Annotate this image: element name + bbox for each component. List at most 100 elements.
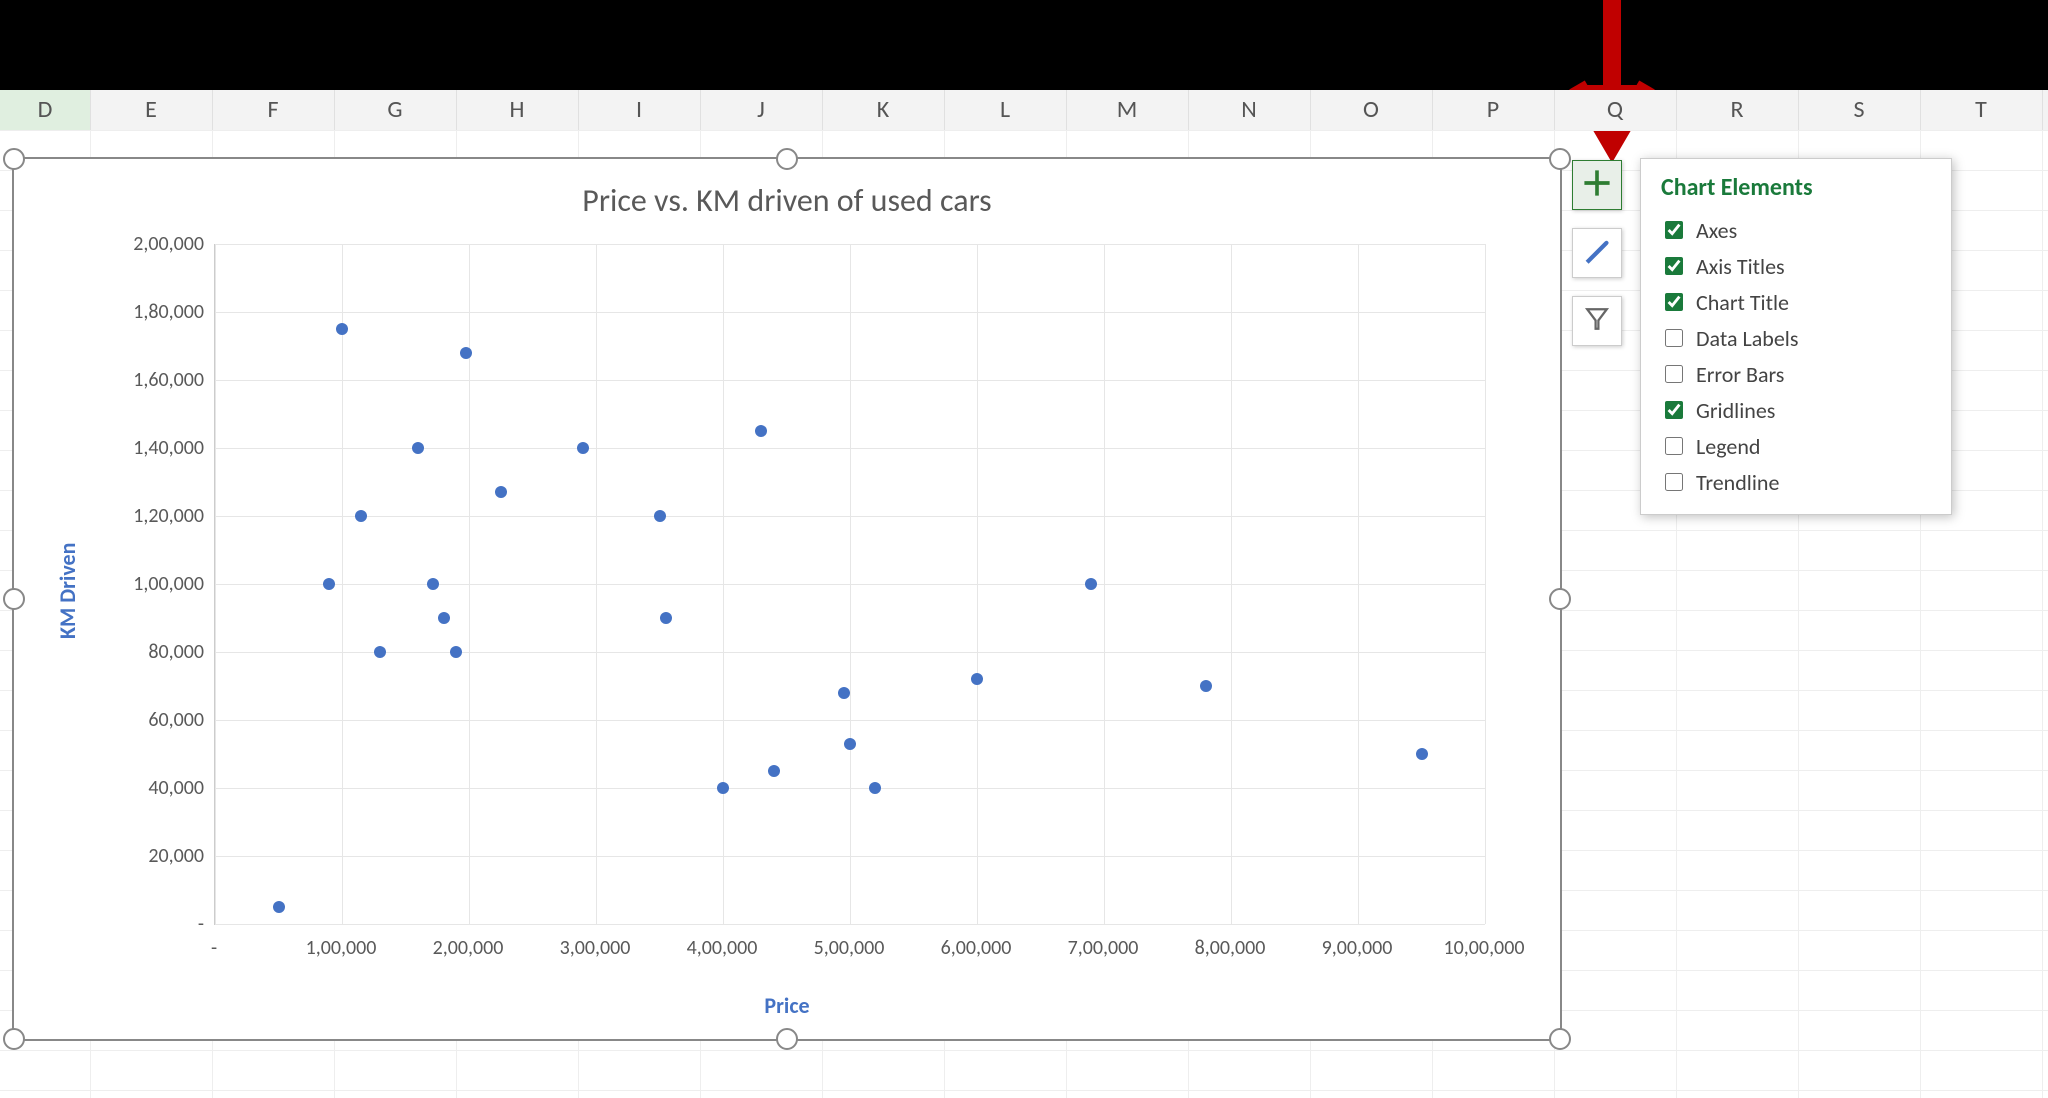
chart-filters-button[interactable] bbox=[1572, 296, 1622, 346]
title-bar-blackout bbox=[0, 0, 2048, 90]
chart-element-option[interactable]: Axis Titles bbox=[1661, 248, 1931, 284]
selection-handle[interactable] bbox=[1549, 148, 1571, 170]
option-label: Error Bars bbox=[1696, 361, 1784, 388]
column-header-G[interactable]: G bbox=[334, 90, 457, 130]
checkbox[interactable] bbox=[1665, 257, 1683, 275]
column-header-I[interactable]: I bbox=[578, 90, 701, 130]
option-label: Legend bbox=[1696, 433, 1760, 460]
selection-handle[interactable] bbox=[1549, 1028, 1571, 1050]
checkbox[interactable] bbox=[1665, 329, 1683, 347]
selection-handle[interactable] bbox=[776, 1028, 798, 1050]
y-tick-label: 2,00,000 bbox=[94, 232, 204, 256]
y-tick-label: - bbox=[94, 912, 204, 936]
chart-element-option[interactable]: Axes bbox=[1661, 212, 1931, 248]
chart-title[interactable]: Price vs. KM driven of used cars bbox=[14, 181, 1560, 220]
column-header-Q[interactable]: Q bbox=[1554, 90, 1677, 130]
data-point[interactable] bbox=[971, 673, 983, 685]
column-header-S[interactable]: S bbox=[1798, 90, 1921, 130]
data-point[interactable] bbox=[273, 901, 285, 913]
plot-area[interactable] bbox=[214, 244, 1485, 925]
x-tick-label: 4,00,000 bbox=[662, 936, 782, 960]
checkbox[interactable] bbox=[1665, 221, 1683, 239]
y-tick-label: 80,000 bbox=[94, 640, 204, 664]
chart-elements-panel: Chart Elements AxesAxis TitlesChart Titl… bbox=[1640, 158, 1952, 515]
chart-object[interactable]: Price vs. KM driven of used cars KM Driv… bbox=[12, 157, 1562, 1041]
y-tick-label: 1,40,000 bbox=[94, 436, 204, 460]
selection-handle[interactable] bbox=[776, 148, 798, 170]
data-point[interactable] bbox=[374, 646, 386, 658]
column-header-T[interactable]: T bbox=[1920, 90, 2043, 130]
x-tick-label: 8,00,000 bbox=[1170, 936, 1290, 960]
chart-element-option[interactable]: Error Bars bbox=[1661, 356, 1931, 392]
data-point[interactable] bbox=[438, 612, 450, 624]
column-header-M[interactable]: M bbox=[1066, 90, 1189, 130]
x-axis-title[interactable]: Price bbox=[14, 992, 1560, 1019]
column-header-H[interactable]: H bbox=[456, 90, 579, 130]
checkbox[interactable] bbox=[1665, 437, 1683, 455]
column-header-L[interactable]: L bbox=[944, 90, 1067, 130]
data-point[interactable] bbox=[323, 578, 335, 590]
data-point[interactable] bbox=[838, 687, 850, 699]
y-tick-label: 1,60,000 bbox=[94, 368, 204, 392]
option-label: Gridlines bbox=[1696, 397, 1775, 424]
data-point[interactable] bbox=[495, 486, 507, 498]
chart-element-option[interactable]: Legend bbox=[1661, 428, 1931, 464]
data-point[interactable] bbox=[755, 425, 767, 437]
column-header-O[interactable]: O bbox=[1310, 90, 1433, 130]
column-header-D[interactable]: D bbox=[0, 90, 91, 130]
checkbox[interactable] bbox=[1665, 365, 1683, 383]
chart-element-option[interactable]: Chart Title bbox=[1661, 284, 1931, 320]
column-header-R[interactable]: R bbox=[1676, 90, 1799, 130]
chart-element-option[interactable]: Data Labels bbox=[1661, 320, 1931, 356]
data-point[interactable] bbox=[460, 347, 472, 359]
data-point[interactable] bbox=[654, 510, 666, 522]
data-point[interactable] bbox=[768, 765, 780, 777]
chart-elements-button[interactable] bbox=[1572, 160, 1622, 210]
checkbox[interactable] bbox=[1665, 473, 1683, 491]
selection-handle[interactable] bbox=[3, 148, 25, 170]
data-point[interactable] bbox=[1085, 578, 1097, 590]
column-header-P[interactable]: P bbox=[1432, 90, 1555, 130]
x-tick-label: 10,00,000 bbox=[1424, 936, 1544, 960]
checkbox[interactable] bbox=[1665, 293, 1683, 311]
data-point[interactable] bbox=[1200, 680, 1212, 692]
data-point[interactable] bbox=[450, 646, 462, 658]
data-point[interactable] bbox=[412, 442, 424, 454]
data-point[interactable] bbox=[869, 782, 881, 794]
y-tick-label: 1,20,000 bbox=[94, 504, 204, 528]
data-point[interactable] bbox=[427, 578, 439, 590]
chart-styles-button[interactable] bbox=[1572, 228, 1622, 278]
checkbox[interactable] bbox=[1665, 401, 1683, 419]
chart-element-option[interactable]: Trendline bbox=[1661, 464, 1931, 500]
column-header-J[interactable]: J bbox=[700, 90, 823, 130]
x-tick-label: 9,00,000 bbox=[1297, 936, 1417, 960]
x-tick-label: 7,00,000 bbox=[1043, 936, 1163, 960]
y-tick-label: 40,000 bbox=[94, 776, 204, 800]
selection-handle[interactable] bbox=[3, 588, 25, 610]
option-label: Trendline bbox=[1696, 469, 1779, 496]
y-tick-label: 20,000 bbox=[94, 844, 204, 868]
data-point[interactable] bbox=[844, 738, 856, 750]
x-tick-label: 3,00,000 bbox=[535, 936, 655, 960]
x-tick-label: 2,00,000 bbox=[408, 936, 528, 960]
plus-icon bbox=[1583, 169, 1611, 202]
option-label: Axes bbox=[1696, 217, 1737, 244]
selection-handle[interactable] bbox=[3, 1028, 25, 1050]
data-point[interactable] bbox=[336, 323, 348, 335]
selection-handle[interactable] bbox=[1549, 588, 1571, 610]
y-axis-title[interactable]: KM Driven bbox=[54, 543, 81, 639]
data-point[interactable] bbox=[660, 612, 672, 624]
data-point[interactable] bbox=[1416, 748, 1428, 760]
data-point[interactable] bbox=[577, 442, 589, 454]
column-header-K[interactable]: K bbox=[822, 90, 945, 130]
y-tick-label: 1,80,000 bbox=[94, 300, 204, 324]
column-header-E[interactable]: E bbox=[90, 90, 213, 130]
x-tick-label: - bbox=[154, 936, 274, 960]
column-headers-row: DEFGHIJKLMNOPQRST bbox=[0, 90, 2048, 131]
data-point[interactable] bbox=[717, 782, 729, 794]
data-point[interactable] bbox=[355, 510, 367, 522]
chart-element-option[interactable]: Gridlines bbox=[1661, 392, 1931, 428]
column-header-N[interactable]: N bbox=[1188, 90, 1311, 130]
y-tick-label: 1,00,000 bbox=[94, 572, 204, 596]
column-header-F[interactable]: F bbox=[212, 90, 335, 130]
